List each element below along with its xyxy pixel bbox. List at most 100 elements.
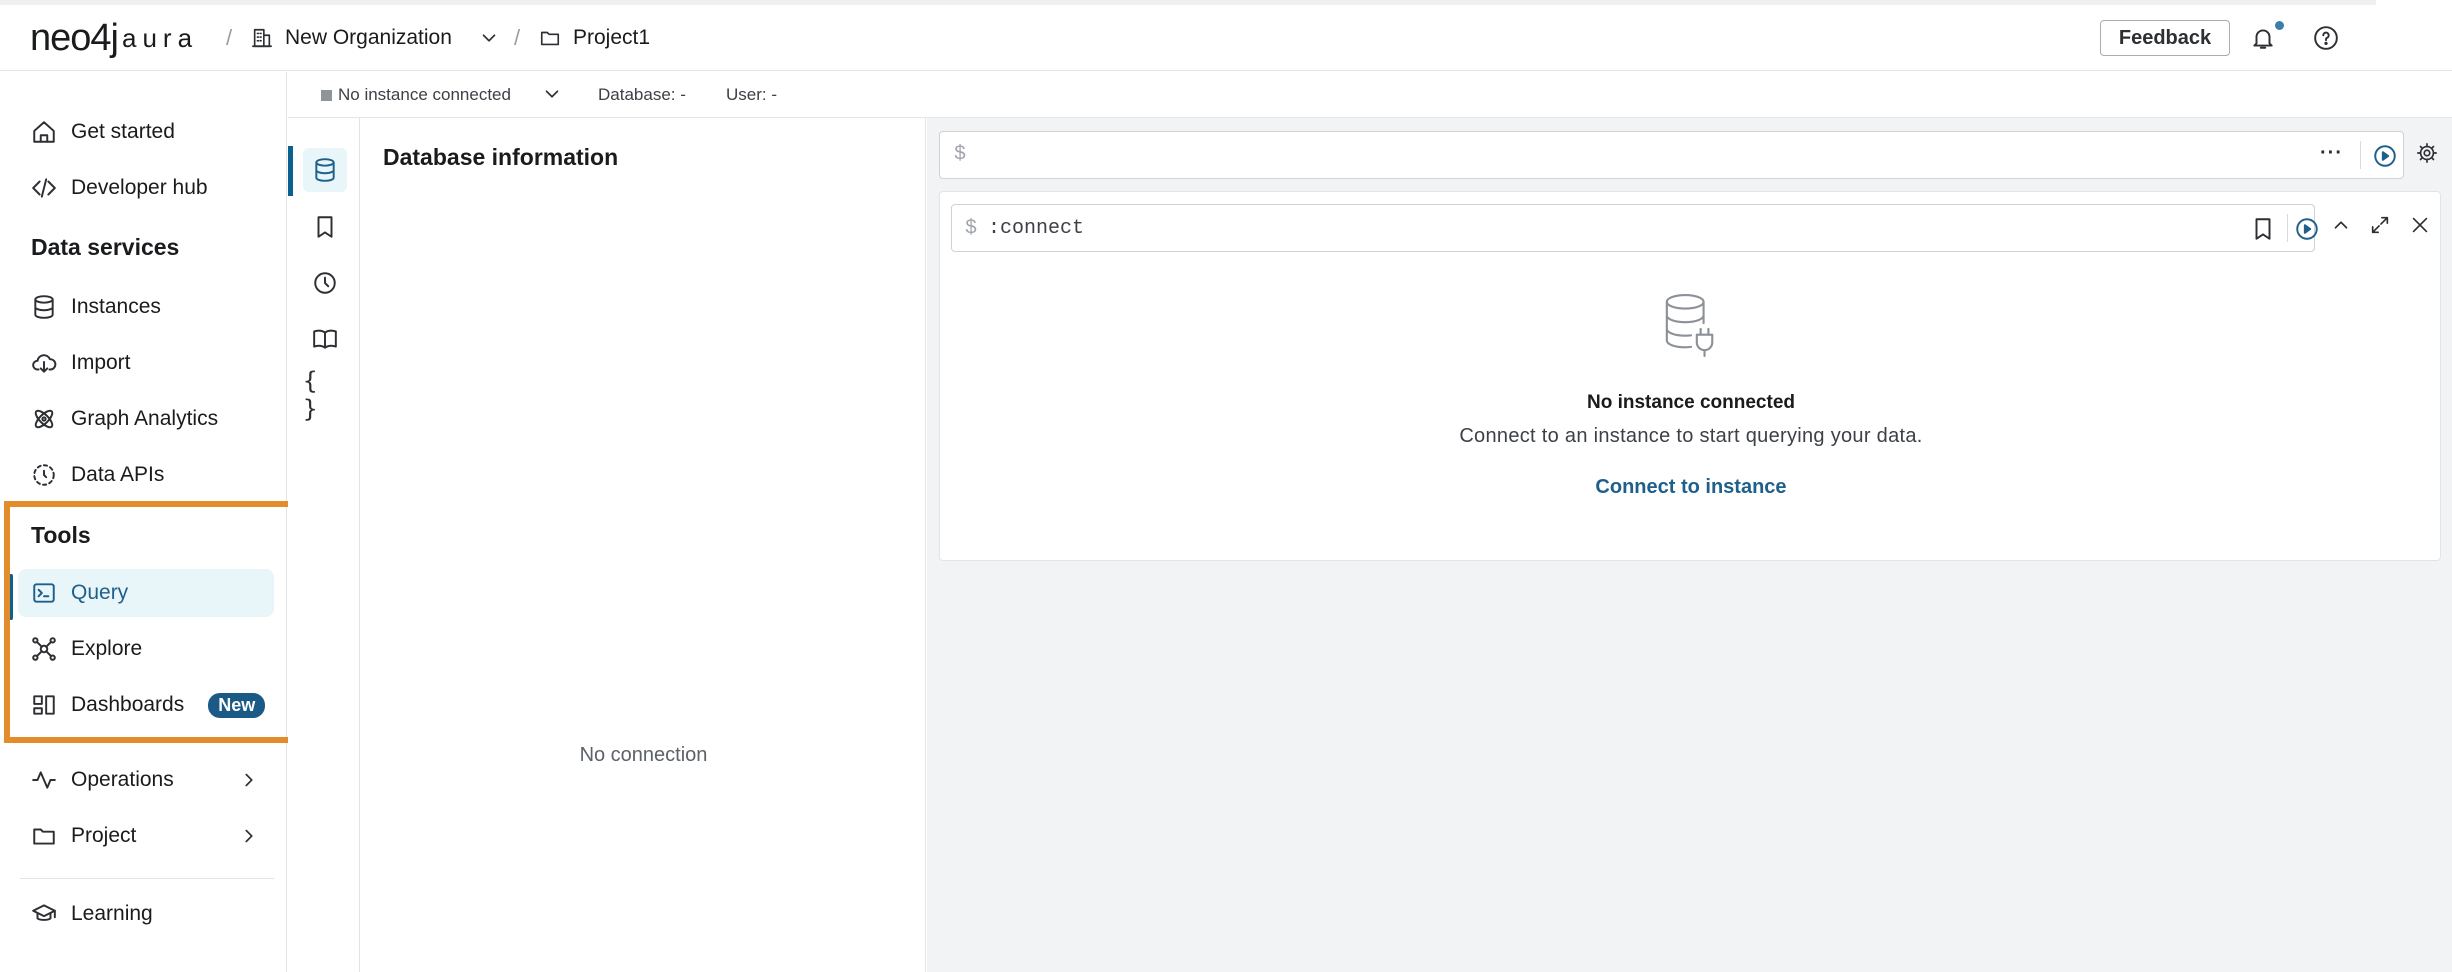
sidebar: Get started Developer hub Data services … [0,72,287,972]
explore-graph-icon [32,637,56,661]
more-options-button[interactable]: ··· [2320,142,2343,165]
notification-dot [2275,21,2284,30]
help-icon[interactable] [2313,25,2339,51]
editor-prompt: $ [954,143,967,166]
breadcrumb-separator: / [226,25,233,50]
empty-state-text: Connect to an instance to start querying… [1459,425,1923,447]
database-plug-icon [1665,294,1714,358]
sidebar-item-data-apis[interactable]: Data APIs [18,451,274,499]
folder-icon [33,828,55,845]
chevron-down-icon[interactable] [541,83,563,105]
sidebar-item-label: Operations [71,768,174,791]
chevron-up-icon[interactable] [2330,214,2352,236]
sidebar-item-label: Query [71,581,129,604]
sidebar-item-developer-hub[interactable]: Developer hub [18,164,274,212]
sidebar-item-label: Graph Analytics [71,407,219,430]
new-badge: New [208,692,266,718]
panel-title: Database information [383,144,619,170]
project-breadcrumb[interactable]: Project1 [539,21,650,55]
logo-main-text: neo4j [30,16,119,59]
connection-bar: No instance connected Database: - User: … [288,72,2452,118]
no-connection-text: No connection [579,744,708,766]
chevron-down-icon[interactable] [478,27,500,49]
sidebar-item-instances[interactable]: Instances [18,283,274,331]
sidebar-item-label: Import [71,351,131,374]
sidebar-item-learning[interactable]: Learning [18,890,274,938]
sidebar-item-import[interactable]: Import [18,339,274,387]
graduation-cap-icon [32,904,56,921]
query-main-area: $ ··· $ :connect No instance connected C… [927,118,2452,972]
sidebar-divider [20,878,274,879]
chevron-right-icon [245,829,253,843]
braces-icon: { } [303,367,321,423]
frame-prompt: $ [965,217,978,240]
breadcrumb-separator: / [514,25,521,50]
editor-separator [2360,141,2361,169]
sidebar-item-label: Dashboards [71,693,185,716]
sidebar-item-query[interactable]: Query [18,569,274,617]
chevron-right-icon [245,773,253,787]
close-icon[interactable] [2409,214,2431,236]
icon-rail: { } [288,118,360,972]
run-icon[interactable] [2372,143,2398,169]
api-icon [33,464,55,486]
sidebar-item-label: Project [71,824,137,847]
rail-parameters-button[interactable]: { } [303,367,347,423]
code-icon [32,178,56,198]
home-icon [33,121,55,143]
database-label: Database: - [598,85,686,104]
sidebar-item-get-started[interactable]: Get started [18,108,274,156]
rail-database-button[interactable] [303,148,347,192]
sidebar-item-operations[interactable]: Operations [18,756,274,804]
rail-history-button[interactable] [303,261,347,305]
organization-selector[interactable]: New Organization [251,21,500,55]
sidebar-item-graph-analytics[interactable]: Graph Analytics [18,395,274,443]
cloud-download-icon [32,354,57,373]
sidebar-item-label: Data APIs [71,463,165,486]
active-indicator [8,574,13,620]
sidebar-item-label: Explore [71,637,143,660]
logo-sub-text: aura [121,22,199,53]
feedback-button[interactable]: Feedback [2100,20,2230,56]
bookmark-icon[interactable] [2250,216,2276,242]
connect-to-instance-link[interactable]: Connect to instance [940,476,2442,499]
graph-analytics-icon [34,409,54,429]
database-icon [34,295,54,319]
empty-state-title: No instance connected [1587,392,1795,413]
book-icon [313,329,337,349]
database-icon [315,158,335,182]
sidebar-item-label: Learning [71,902,153,925]
connection-status-indicator [321,90,332,101]
database-information-panel: Database information No connection [361,118,926,972]
expand-icon[interactable] [2369,214,2391,236]
frame-separator [2287,214,2288,242]
rail-docs-button[interactable] [303,317,347,361]
run-icon[interactable] [2294,216,2320,242]
activity-icon [32,771,56,789]
sidebar-item-project[interactable]: Project [18,812,274,860]
section-title-data-services: Data services [31,234,180,260]
sidebar-item-explore[interactable]: Explore [18,625,274,673]
bookmark-icon [317,216,333,238]
sidebar-item-label: Instances [71,295,161,318]
notification-bell-icon[interactable] [2250,25,2276,51]
organization-name: New Organization [285,26,452,49]
neo4j-aura-logo[interactable]: neo4j aura [30,16,199,59]
top-bar: neo4j aura / New Organization / Project1… [0,5,2452,71]
project-name: Project1 [573,26,651,49]
terminal-icon [33,583,55,603]
sidebar-item-dashboards[interactable]: Dashboards New [18,681,274,729]
frame-editor[interactable]: $ :connect [951,204,2318,252]
cypher-editor[interactable]: $ ··· [939,131,2404,179]
settings-gear-icon[interactable] [2416,142,2438,164]
dashboard-icon [33,695,55,715]
sidebar-item-label: Developer hub [71,176,208,199]
result-frame: $ :connect No instance connected Connect… [939,191,2441,561]
rail-active-indicator [288,146,293,196]
history-icon [314,272,336,294]
rail-saved-cypher-button[interactable] [303,205,347,249]
connection-status[interactable]: No instance connected [338,85,511,105]
user-label: User: - [726,85,777,104]
building-icon [252,28,272,48]
sidebar-item-label: Get started [71,120,175,143]
